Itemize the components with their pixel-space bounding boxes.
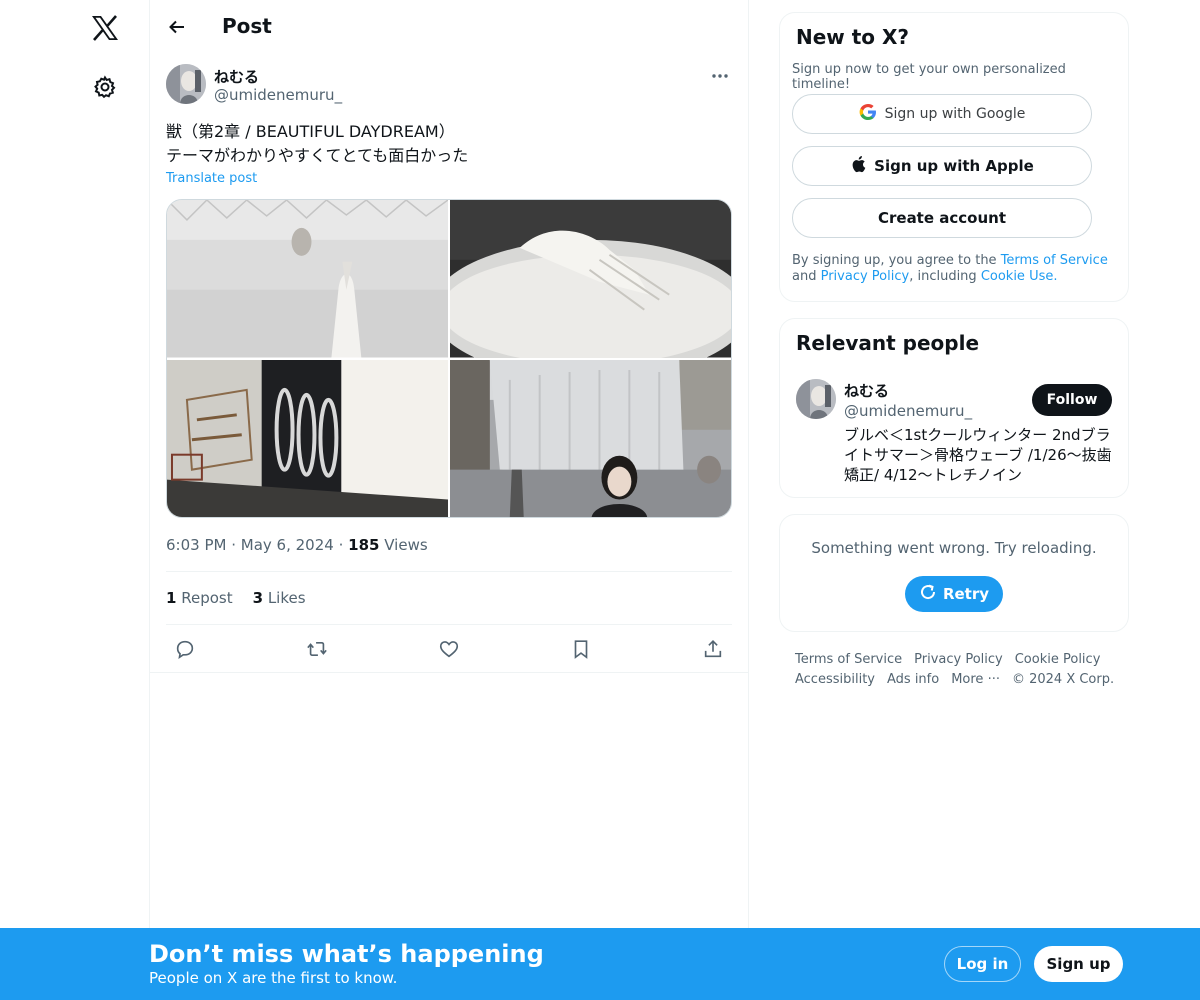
like-heart-icon[interactable] (434, 634, 464, 664)
create-account-button[interactable]: Create account (792, 198, 1092, 238)
error-message: Something went wrong. Try reloading. (811, 539, 1097, 557)
sign-up-google-label: Sign up with Google (884, 106, 1026, 122)
privacy-link[interactable]: Privacy Policy (821, 269, 910, 284)
post-time[interactable]: 6:03 PM (166, 536, 226, 554)
apple-icon (850, 155, 866, 177)
post-stats: 1 Repost 3 Likes (166, 589, 306, 607)
legal-and: and (792, 269, 821, 284)
page-title: Post (222, 14, 272, 38)
footer-more-link[interactable]: More ··· (951, 672, 1000, 687)
post-photo-2[interactable] (450, 200, 731, 358)
post-header: ねむる @umidenemuru_ (166, 64, 732, 108)
divider (166, 571, 732, 572)
sign-up-apple-button[interactable]: Sign up with Apple (792, 146, 1092, 186)
author-name[interactable]: ねむる (214, 66, 259, 87)
repost-icon[interactable] (302, 634, 332, 664)
banner-subtitle: People on X are the first to know. (149, 969, 398, 987)
follow-button[interactable]: Follow (1032, 384, 1112, 416)
meta-separator: · (338, 536, 349, 554)
back-arrow-icon[interactable] (160, 10, 194, 44)
refresh-icon (919, 583, 937, 605)
x-logo-icon[interactable] (84, 7, 126, 49)
meta-separator: · (231, 536, 241, 554)
reposts-stat[interactable]: 1 Repost (166, 589, 233, 607)
new-to-x-subtitle: Sign up now to get your own personalized… (792, 62, 1066, 92)
new-to-x-title: New to X? (796, 25, 910, 49)
error-card: Something went wrong. Try reloading. Ret… (779, 514, 1129, 632)
avatar[interactable] (166, 64, 206, 104)
author-handle[interactable]: @umidenemuru_ (214, 86, 342, 104)
post-photo-3[interactable] (167, 359, 448, 517)
views-label: Views (384, 536, 428, 554)
footer-privacy-link[interactable]: Privacy Policy (914, 652, 1003, 667)
share-icon[interactable] (698, 634, 728, 664)
sign-up-google-button[interactable]: Sign up with Google (792, 94, 1092, 134)
signup-legal-text: By signing up, you agree to the Terms of… (792, 253, 1118, 285)
translate-post-link[interactable]: Translate post (166, 171, 257, 186)
banner-title: Don’t miss what’s happening (149, 940, 544, 968)
terms-link[interactable]: Terms of Service (1001, 253, 1108, 268)
topbar: Post (150, 0, 748, 54)
person-bio: ブルベ＜1stクールウィンター 2ndブライトサマー＞骨格ウェーブ /1/26〜… (844, 426, 1112, 484)
post-meta: 6:03 PM · May 6, 2024 · 185 Views (166, 536, 428, 554)
bookmark-icon[interactable] (566, 634, 596, 664)
signup-banner: Don’t miss what’s happening People on X … (0, 928, 1200, 1000)
relevant-people-card: Relevant people ねむる @umidenemuru_ Follow… (779, 318, 1129, 498)
likes-count: 3 (252, 589, 264, 607)
login-button[interactable]: Log in (944, 946, 1021, 982)
new-to-x-card: New to X? Sign up now to get your own pe… (779, 12, 1129, 302)
reply-icon[interactable] (170, 634, 200, 664)
post-date[interactable]: May 6, 2024 (241, 536, 334, 554)
footer-ads-link[interactable]: Ads info (887, 672, 939, 687)
footer-terms-link[interactable]: Terms of Service (795, 652, 902, 667)
post-text: 獣（第2章 / BEAUTIFUL DAYDREAM） テーマがわかりやすくてと… (166, 122, 469, 165)
person-name[interactable]: ねむる (844, 380, 889, 401)
retry-label: Retry (942, 585, 990, 603)
views-count: 185 (348, 536, 380, 554)
divider (150, 672, 748, 673)
person-handle[interactable]: @umidenemuru_ (844, 402, 972, 420)
main-column: Post ねむる @umidenemuru_ 獣（第2章 / BEAUTIFUL… (150, 0, 749, 1000)
right-sidebar: New to X? Sign up now to get your own pe… (779, 12, 1129, 687)
left-nav (0, 0, 150, 1000)
divider (166, 624, 732, 625)
gear-icon[interactable] (84, 66, 126, 108)
footer-copyright: © 2024 X Corp. (1011, 672, 1115, 687)
avatar[interactable] (796, 379, 836, 419)
retry-button[interactable]: Retry (905, 576, 1003, 612)
legal-including: , including (909, 269, 981, 284)
likes-stat[interactable]: 3 Likes (253, 589, 306, 607)
footer-links: Terms of Service Privacy Policy Cookie Pol… (795, 650, 1125, 690)
likes-label: Likes (267, 589, 306, 607)
post-photo-1[interactable] (167, 200, 448, 358)
google-icon (859, 103, 877, 125)
relevant-people-title: Relevant people (796, 331, 980, 355)
legal-prefix: By signing up, you agree to the (792, 253, 1001, 268)
more-options-icon[interactable] (708, 64, 732, 88)
cookie-use-link[interactable]: Cookie Use. (981, 269, 1058, 284)
post-photo-4[interactable] (450, 359, 731, 517)
sign-up-apple-label: Sign up with Apple (874, 157, 1034, 175)
reposts-label: Repost (181, 589, 233, 607)
reposts-count: 1 (166, 589, 177, 607)
post-actions (166, 634, 732, 664)
media-grid (166, 199, 732, 518)
footer-accessibility-link[interactable]: Accessibility (795, 672, 875, 687)
signup-button[interactable]: Sign up (1034, 946, 1123, 982)
footer-cookie-link[interactable]: Cookie Policy (1015, 652, 1101, 667)
